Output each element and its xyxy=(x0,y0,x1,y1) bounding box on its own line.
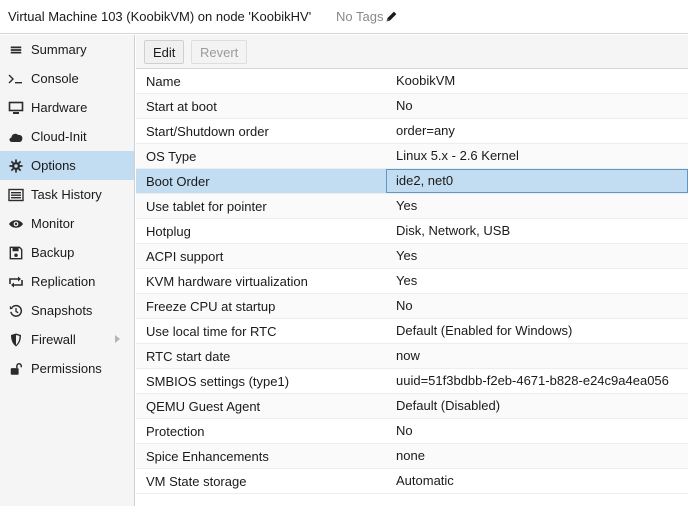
sidebar-item-label: Summary xyxy=(31,42,87,57)
option-name: Name xyxy=(146,74,181,89)
option-value: Yes xyxy=(396,198,418,213)
option-value: now xyxy=(396,348,420,363)
gear-icon xyxy=(8,158,24,174)
sidebar-item-task-history[interactable]: Task History xyxy=(0,180,134,209)
option-value: Yes xyxy=(396,248,418,263)
options-row[interactable]: SMBIOS settings (type1) uuid=51f3bdbb-f2e… xyxy=(136,369,688,394)
options-row[interactable]: QEMU Guest Agent Default (Disabled) xyxy=(136,394,688,419)
options-row[interactable]: Protection No xyxy=(136,419,688,444)
option-name: Start at boot xyxy=(146,99,217,114)
options-grid: Name KoobikVM Start at boot No Start/Shutdow… xyxy=(136,69,688,494)
options-row[interactable]: Start/Shutdown order order=any xyxy=(136,119,688,144)
option-name: Start/Shutdown order xyxy=(146,124,269,139)
option-value: Yes xyxy=(396,273,418,288)
option-name: VM State storage xyxy=(146,474,247,489)
sidebar-item-snapshots[interactable]: Snapshots xyxy=(0,296,134,325)
option-name: RTC start date xyxy=(146,349,231,364)
sidebar-item-permissions[interactable]: Permissions xyxy=(0,354,134,383)
sidebar-item-label: Monitor xyxy=(31,216,75,231)
eye-icon xyxy=(8,216,24,232)
options-row[interactable]: RTC start date now xyxy=(136,344,688,369)
sidebar-item-options[interactable]: Options xyxy=(0,151,134,180)
option-value: none xyxy=(396,448,425,463)
replication-icon xyxy=(8,274,24,290)
option-value: No xyxy=(396,423,413,438)
sidebar-nav: Summary Console Hardware Cloud-Init Opti… xyxy=(0,35,135,506)
option-name: ACPI support xyxy=(146,249,224,264)
option-name: KVM hardware virtualization xyxy=(146,274,308,289)
option-value: uuid=51f3bdbb-f2eb-4671-b828-e24c9a4ea05… xyxy=(396,373,669,388)
sidebar-item-label: Firewall xyxy=(31,332,76,347)
option-name: Use local time for RTC xyxy=(146,324,277,339)
option-value: KoobikVM xyxy=(396,73,456,88)
option-value: Default (Enabled for Windows) xyxy=(396,323,573,338)
summary-icon xyxy=(8,42,24,58)
sidebar-item-label: Snapshots xyxy=(31,303,93,318)
shield-icon xyxy=(8,332,24,348)
pencil-icon[interactable] xyxy=(385,10,398,23)
option-value: Default (Disabled) xyxy=(396,398,501,413)
sidebar-item-label: Replication xyxy=(31,274,96,289)
options-row[interactable]: Boot Order ide2, net0 xyxy=(136,169,688,194)
options-row[interactable]: KVM hardware virtualization Yes xyxy=(136,269,688,294)
options-row[interactable]: Start at boot No xyxy=(136,94,688,119)
option-value: ide2, net0 xyxy=(386,169,688,193)
header-bar: Virtual Machine 103 (KoobikVM) on node '… xyxy=(0,0,688,34)
floppy-icon xyxy=(8,245,24,261)
toolbar: Edit Revert xyxy=(136,35,688,69)
vm-title: Virtual Machine 103 (KoobikVM) on node '… xyxy=(8,9,312,24)
options-panel: Edit Revert Name KoobikVM Start at boot No S… xyxy=(136,35,688,506)
option-name: Protection xyxy=(146,424,205,439)
sidebar-item-console[interactable]: Console xyxy=(0,64,134,93)
option-name: QEMU Guest Agent xyxy=(146,399,261,414)
hardware-icon xyxy=(8,100,24,116)
option-name: Use tablet for pointer xyxy=(146,199,267,214)
sidebar-item-replication[interactable]: Replication xyxy=(0,267,134,296)
edit-button[interactable]: Edit xyxy=(144,40,185,64)
revert-button[interactable]: Revert xyxy=(191,40,248,64)
option-value: Disk, Network, USB xyxy=(396,223,511,238)
options-row[interactable]: VM State storage Automatic xyxy=(136,469,688,494)
options-row[interactable]: ACPI support Yes xyxy=(136,244,688,269)
sidebar-item-label: Hardware xyxy=(31,100,88,115)
submenu-arrow-icon xyxy=(115,335,120,343)
sidebar-item-monitor[interactable]: Monitor xyxy=(0,209,134,238)
sidebar-item-label: Permissions xyxy=(31,361,102,376)
unlock-icon xyxy=(8,361,24,377)
option-name: Freeze CPU at startup xyxy=(146,299,276,314)
option-name: SMBIOS settings (type1) xyxy=(146,374,290,389)
options-row[interactable]: Use local time for RTC Default (Enabled f… xyxy=(136,319,688,344)
sidebar-item-backup[interactable]: Backup xyxy=(0,238,134,267)
options-row[interactable]: Freeze CPU at startup No xyxy=(136,294,688,319)
console-icon xyxy=(8,71,24,87)
option-name: Boot Order xyxy=(146,174,210,189)
sidebar-item-cloud-init[interactable]: Cloud-Init xyxy=(0,122,134,151)
option-value: Linux 5.x - 2.6 Kernel xyxy=(396,148,519,163)
sidebar-item-label: Backup xyxy=(31,245,75,260)
options-row[interactable]: Spice Enhancements none xyxy=(136,444,688,469)
option-name: OS Type xyxy=(146,149,197,164)
sidebar-item-label: Cloud-Init xyxy=(31,129,87,144)
option-value: No xyxy=(396,298,413,313)
tags-label: No Tags xyxy=(336,9,384,24)
option-name: Spice Enhancements xyxy=(146,449,269,464)
history-icon xyxy=(8,303,24,319)
option-value: No xyxy=(396,98,413,113)
sidebar-item-label: Console xyxy=(31,71,79,86)
options-row[interactable]: Use tablet for pointer Yes xyxy=(136,194,688,219)
sidebar-item-label: Task History xyxy=(31,187,102,202)
option-name: Hotplug xyxy=(146,224,191,239)
options-row[interactable]: OS Type Linux 5.x - 2.6 Kernel xyxy=(136,144,688,169)
options-row[interactable]: Hotplug Disk, Network, USB xyxy=(136,219,688,244)
sidebar-item-hardware[interactable]: Hardware xyxy=(0,93,134,122)
tags-editor[interactable]: No Tags xyxy=(336,9,398,24)
sidebar-item-label: Options xyxy=(31,158,76,173)
sidebar-item-summary[interactable]: Summary xyxy=(0,35,134,64)
option-value: Automatic xyxy=(396,473,454,488)
option-value: order=any xyxy=(396,123,455,138)
sidebar-item-firewall[interactable]: Firewall xyxy=(0,325,134,354)
task-history-icon xyxy=(8,187,24,203)
cloud-icon xyxy=(8,129,24,145)
options-row[interactable]: Name KoobikVM xyxy=(136,69,688,94)
